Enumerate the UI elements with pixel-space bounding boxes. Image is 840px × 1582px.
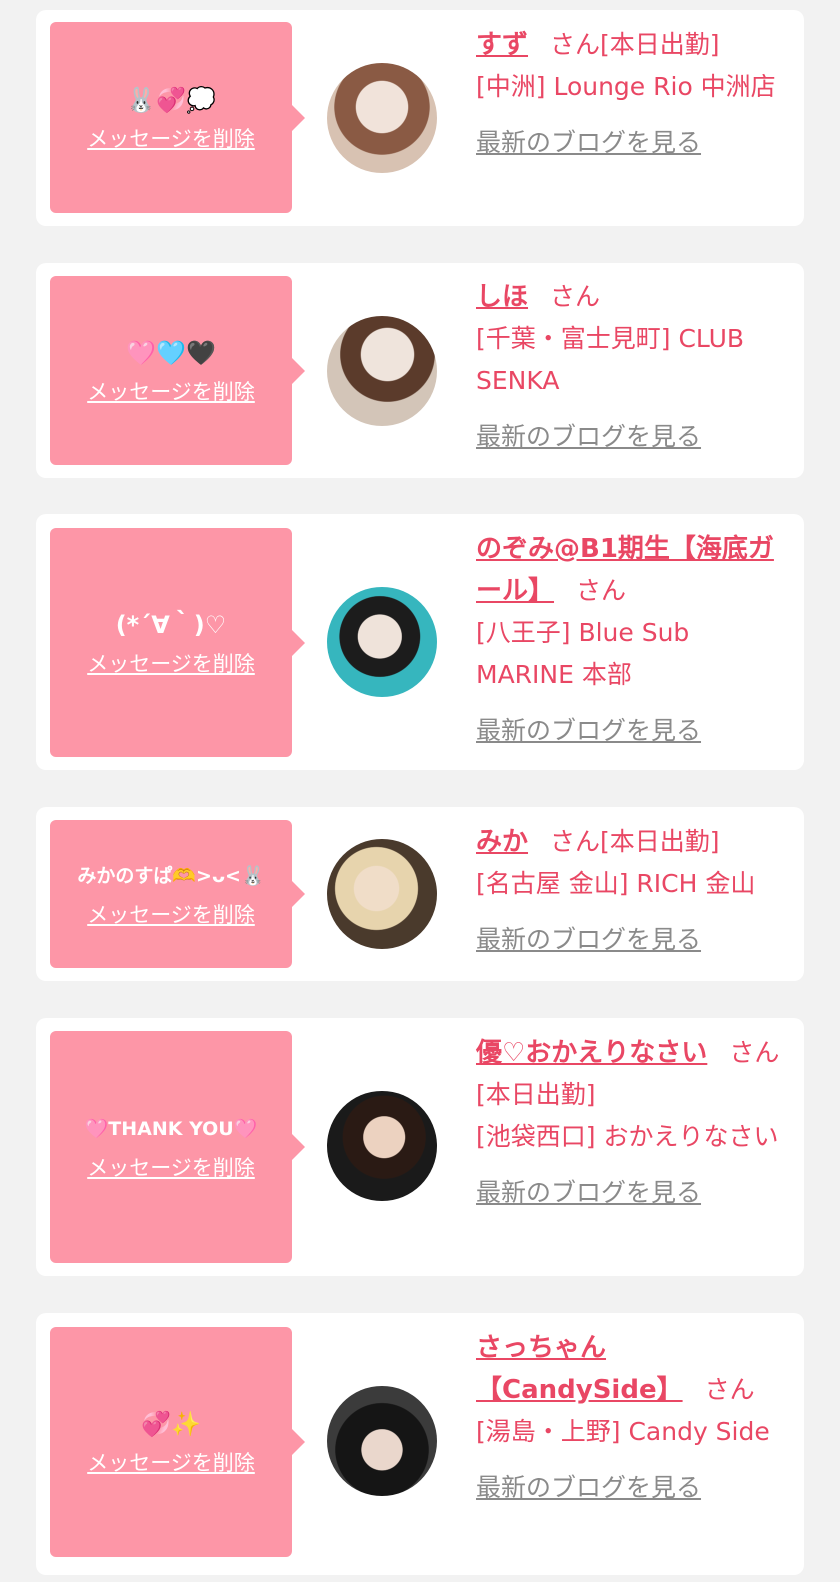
- attendance-badge: [本日出勤]: [476, 1080, 596, 1109]
- message-text: 🩷🩵🖤: [126, 338, 216, 367]
- attendance-badge: [本日出勤]: [600, 827, 720, 856]
- delete-message-link[interactable]: メッセージを削除: [87, 376, 255, 406]
- conversation-card: 🐰💞💭 メッセージを削除 すず さん[本日出勤] [中洲] Lounge Rio …: [36, 10, 804, 226]
- cast-name-link[interactable]: みか: [476, 827, 528, 857]
- cast-name-link[interactable]: 優♡おかえりなさい: [476, 1038, 707, 1068]
- cast-name-link[interactable]: さっちゃん【CandySide】: [476, 1333, 683, 1405]
- latest-blog-link[interactable]: 最新のブログを見る: [476, 1172, 790, 1214]
- conversation-card: みかのすぱ🫶>ᴗ<🐰 メッセージを削除 みか さん[本日出勤] [名古屋 金山] …: [36, 807, 804, 981]
- message-text: (*´∀｀)♡: [115, 610, 227, 639]
- honorific-label: さん: [550, 827, 601, 856]
- cast-info: のぞみ@B1期生【海底ガール】 さん [八王子] Blue Sub MARINE …: [476, 528, 790, 752]
- conversation-card: 💞✨ メッセージを削除 さっちゃん【CandySide】 さん [湯島・上野] C…: [36, 1313, 804, 1575]
- message-text: 🩷THANK YOU🩷: [84, 1118, 258, 1140]
- avatar[interactable]: [327, 839, 437, 949]
- honorific-label: さん: [704, 1375, 755, 1404]
- conversation-card: 🩷THANK YOU🩷 メッセージを削除 優♡おかえりなさい さん [本日出勤] […: [36, 1018, 804, 1276]
- cast-info: みか さん[本日出勤] [名古屋 金山] RICH 金山 最新のブログを見る: [476, 821, 790, 961]
- conversation-card: 🩷🩵🖤 メッセージを削除 しほ さん [千葉・富士見町] CLUB SENKA 最…: [36, 263, 804, 478]
- latest-blog-link[interactable]: 最新のブログを見る: [476, 122, 790, 164]
- message-bubble: みかのすぱ🫶>ᴗ<🐰 メッセージを削除: [50, 820, 305, 968]
- cast-info: すず さん[本日出勤] [中洲] Lounge Rio 中洲店 最新のブログを見る: [476, 24, 790, 164]
- delete-message-link[interactable]: メッセージを削除: [87, 123, 255, 153]
- message-text: みかのすぱ🫶>ᴗ<🐰: [77, 865, 265, 887]
- conversation-card: (*´∀｀)♡ メッセージを削除 のぞみ@B1期生【海底ガール】 さん [八王子]…: [36, 514, 804, 770]
- latest-blog-link[interactable]: 最新のブログを見る: [476, 416, 790, 458]
- delete-message-link[interactable]: メッセージを削除: [87, 1447, 255, 1477]
- avatar[interactable]: [327, 587, 437, 697]
- attendance-badge: [本日出勤]: [600, 30, 720, 59]
- message-bubble: (*´∀｀)♡ メッセージを削除: [50, 528, 305, 757]
- avatar[interactable]: [327, 316, 437, 426]
- shop-link[interactable]: [中洲] Lounge Rio 中洲店: [476, 72, 776, 101]
- cast-name-link[interactable]: しほ: [476, 282, 528, 312]
- honorific-label: さん: [550, 30, 601, 59]
- message-bubble: 💞✨ メッセージを削除: [50, 1327, 305, 1557]
- honorific-label: さん: [550, 282, 601, 311]
- shop-link[interactable]: [八王子] Blue Sub MARINE 本部: [476, 618, 689, 689]
- shop-link[interactable]: [池袋西口] おかえりなさい: [476, 1122, 778, 1151]
- cast-info: しほ さん [千葉・富士見町] CLUB SENKA 最新のブログを見る: [476, 276, 790, 458]
- message-bubble: 🩷THANK YOU🩷 メッセージを削除: [50, 1031, 305, 1263]
- shop-link[interactable]: [千葉・富士見町] CLUB SENKA: [476, 324, 744, 395]
- cast-info: 優♡おかえりなさい さん [本日出勤] [池袋西口] おかえりなさい 最新のブログを…: [476, 1032, 790, 1214]
- message-text: 💞✨: [141, 1410, 201, 1438]
- avatar[interactable]: [327, 1386, 437, 1496]
- cast-name-link[interactable]: すず: [476, 30, 528, 60]
- shop-link[interactable]: [名古屋 金山] RICH 金山: [476, 869, 755, 898]
- honorific-label: さん: [729, 1038, 780, 1067]
- cast-info: さっちゃん【CandySide】 さん [湯島・上野] Candy Side 最新…: [476, 1327, 790, 1509]
- avatar[interactable]: [327, 63, 437, 173]
- latest-blog-link[interactable]: 最新のブログを見る: [476, 710, 790, 752]
- delete-message-link[interactable]: メッセージを削除: [87, 648, 255, 678]
- message-bubble: 🩷🩵🖤 メッセージを削除: [50, 276, 305, 465]
- latest-blog-link[interactable]: 最新のブログを見る: [476, 919, 790, 961]
- latest-blog-link[interactable]: 最新のブログを見る: [476, 1467, 790, 1509]
- delete-message-link[interactable]: メッセージを削除: [87, 1152, 255, 1182]
- message-text: 🐰💞💭: [126, 85, 216, 114]
- avatar[interactable]: [327, 1091, 437, 1201]
- shop-link[interactable]: [湯島・上野] Candy Side: [476, 1417, 770, 1446]
- delete-message-link[interactable]: メッセージを削除: [87, 899, 255, 929]
- honorific-label: さん: [576, 576, 627, 605]
- message-bubble: 🐰💞💭 メッセージを削除: [50, 22, 305, 213]
